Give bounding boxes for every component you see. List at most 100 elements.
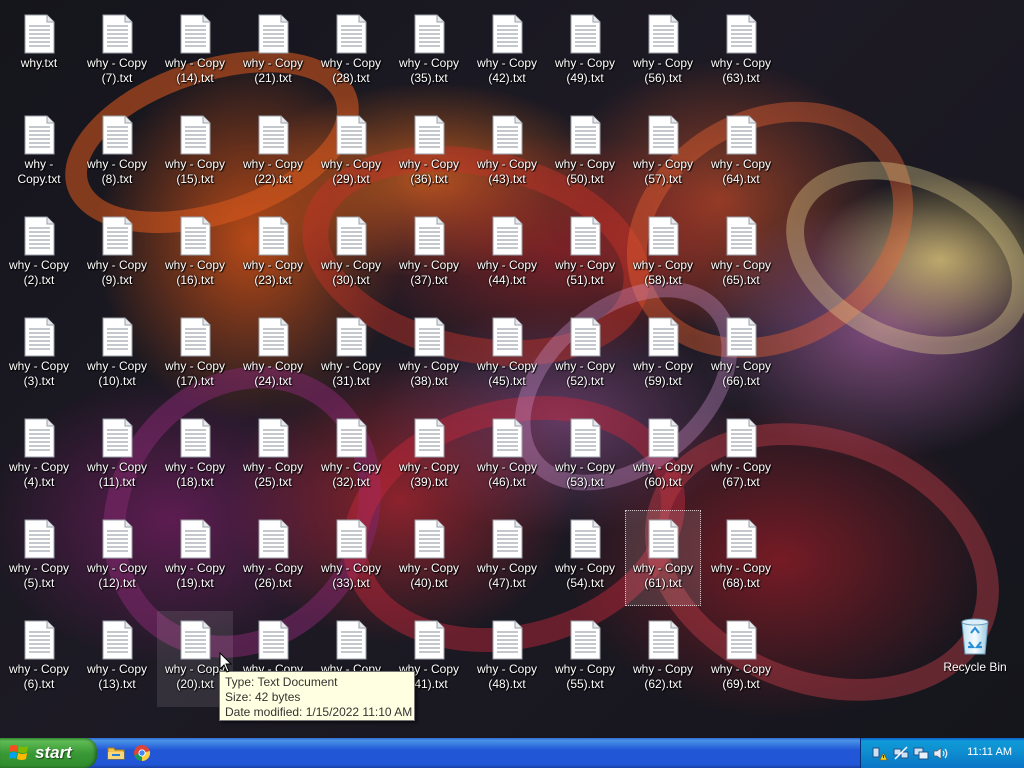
desktop-file-icon[interactable]: why - Copy (53).txt: [547, 409, 623, 505]
desktop-file-icon[interactable]: why - Copy (54).txt: [547, 510, 623, 606]
desktop-file-icon[interactable]: why - Copy (32).txt: [313, 409, 389, 505]
file-name-label: why - Copy (12).txt: [86, 561, 148, 590]
desktop-file-icon[interactable]: why - Copy (57).txt: [625, 106, 701, 202]
desktop-file-icon[interactable]: why - Copy (66).txt: [703, 308, 779, 404]
file-name-label: why - Copy (56).txt: [632, 56, 694, 85]
desktop-file-icon[interactable]: why - Copy (25).txt: [235, 409, 311, 505]
file-name-label: why - Copy (14).txt: [164, 56, 226, 85]
desktop-file-icon[interactable]: why - Copy (22).txt: [235, 106, 311, 202]
desktop-file-icon[interactable]: why - Copy (39).txt: [391, 409, 467, 505]
desktop-file-icon[interactable]: why - Copy (29).txt: [313, 106, 389, 202]
file-name-label: why - Copy (65).txt: [710, 258, 772, 287]
desktop-file-icon[interactable]: why - Copy (56).txt: [625, 5, 701, 101]
desktop-file-icon[interactable]: why - Copy (55).txt: [547, 611, 623, 707]
text-document-icon: [101, 519, 133, 559]
desktop-file-icon[interactable]: why - Copy (21).txt: [235, 5, 311, 101]
desktop-file-icon[interactable]: why - Copy (19).txt: [157, 510, 233, 606]
desktop-file-icon[interactable]: why - Copy (38).txt: [391, 308, 467, 404]
desktop-file-icon[interactable]: why - Copy (35).txt: [391, 5, 467, 101]
folder-icon[interactable]: [107, 744, 125, 762]
desktop-file-icon[interactable]: why - Copy (43).txt: [469, 106, 545, 202]
desktop-file-icon[interactable]: why - Copy (4).txt: [1, 409, 77, 505]
file-name-label: why - Copy (45).txt: [476, 359, 538, 388]
file-name-label: why - Copy (69).txt: [710, 662, 772, 691]
desktop-file-icon[interactable]: why - Copy (31).txt: [313, 308, 389, 404]
text-document-icon: [569, 115, 601, 155]
desktop-file-icon[interactable]: why - Copy (62).txt: [625, 611, 701, 707]
desktop-file-icon[interactable]: why - Copy (65).txt: [703, 207, 779, 303]
file-name-label: why - Copy (37).txt: [398, 258, 460, 287]
desktop-file-icon[interactable]: why - Copy (63).txt: [703, 5, 779, 101]
desktop-file-icon[interactable]: why - Copy (59).txt: [625, 308, 701, 404]
desktop-file-icon[interactable]: why - Copy (44).txt: [469, 207, 545, 303]
text-document-icon: [413, 216, 445, 256]
desktop-file-icon[interactable]: why - Copy (11).txt: [79, 409, 155, 505]
file-name-label: why - Copy (5).txt: [8, 561, 70, 590]
network-warning-icon[interactable]: [871, 746, 887, 761]
desktop-file-icon[interactable]: why - Copy (48).txt: [469, 611, 545, 707]
text-document-icon: [725, 115, 757, 155]
text-document-icon: [725, 519, 757, 559]
desktop-file-icon[interactable]: why - Copy (64).txt: [703, 106, 779, 202]
desktop-file-icon[interactable]: why - Copy (9).txt: [79, 207, 155, 303]
desktop-file-icon[interactable]: why - Copy (2).txt: [1, 207, 77, 303]
desktop-file-icon[interactable]: why.txt: [1, 5, 77, 101]
desktop-file-icon[interactable]: why - Copy (58).txt: [625, 207, 701, 303]
desktop-file-icon[interactable]: why - Copy (12).txt: [79, 510, 155, 606]
desktop-file-icon[interactable]: why - Copy (26).txt: [235, 510, 311, 606]
desktop-file-icon[interactable]: why - Copy (24).txt: [235, 308, 311, 404]
desktop-file-icon[interactable]: why - Copy (68).txt: [703, 510, 779, 606]
desktop-file-icon[interactable]: why - Copy (3).txt: [1, 308, 77, 404]
desktop-file-icon[interactable]: why - Copy (69).txt: [703, 611, 779, 707]
desktop-file-icon[interactable]: why - Copy (10).txt: [79, 308, 155, 404]
desktop-file-icon[interactable]: why - Copy (6).txt: [1, 611, 77, 707]
desktop-file-icon[interactable]: why - Copy (46).txt: [469, 409, 545, 505]
desktop-file-icon[interactable]: why - Copy (18).txt: [157, 409, 233, 505]
desktop-file-icon[interactable]: why - Copy (28).txt: [313, 5, 389, 101]
desktop-file-icon[interactable]: why - Copy (60).txt: [625, 409, 701, 505]
desktop-file-icon[interactable]: why - Copy (61).txt: [625, 510, 701, 606]
desktop-file-icon[interactable]: why - Copy (50).txt: [547, 106, 623, 202]
desktop-file-icon[interactable]: why - Copy (23).txt: [235, 207, 311, 303]
desktop-file-icon[interactable]: why - Copy (7).txt: [79, 5, 155, 101]
system-tray: 11:11 AM: [860, 738, 1024, 768]
desktop-file-icon[interactable]: why - Copy (42).txt: [469, 5, 545, 101]
desktop-file-icon[interactable]: why - Copy (13).txt: [79, 611, 155, 707]
desktop-file-icon[interactable]: why - Copy (49).txt: [547, 5, 623, 101]
desktop-file-icon[interactable]: why - Copy (45).txt: [469, 308, 545, 404]
chrome-icon[interactable]: [133, 744, 151, 762]
desktop-file-icon[interactable]: why - Copy (30).txt: [313, 207, 389, 303]
file-name-label: why - Copy (24).txt: [242, 359, 304, 388]
desktop-file-icon[interactable]: why - Copy (33).txt: [313, 510, 389, 606]
file-name-label: why - Copy (7).txt: [86, 56, 148, 85]
clock[interactable]: 11:11 AM: [967, 746, 1012, 758]
text-document-icon: [179, 216, 211, 256]
file-name-label: why - Copy (15).txt: [164, 157, 226, 186]
desktop-file-icon[interactable]: why - Copy (14).txt: [157, 5, 233, 101]
desktop-file-icon[interactable]: why - Copy (5).txt: [1, 510, 77, 606]
file-name-label: why - Copy (13).txt: [86, 662, 148, 691]
network-icon[interactable]: [913, 746, 929, 761]
desktop-file-icon[interactable]: why - Copy (40).txt: [391, 510, 467, 606]
desktop-file-icon[interactable]: why - Copy (8).txt: [79, 106, 155, 202]
file-name-label: why - Copy (59).txt: [632, 359, 694, 388]
desktop[interactable]: why.txt why - Copy.txt why - Copy (2).txt w…: [0, 0, 1024, 738]
desktop-file-icon[interactable]: why - Copy (17).txt: [157, 308, 233, 404]
desktop-file-icon[interactable]: why - Copy (47).txt: [469, 510, 545, 606]
desktop-file-icon[interactable]: why - Copy (16).txt: [157, 207, 233, 303]
desktop-file-icon[interactable]: why - Copy (15).txt: [157, 106, 233, 202]
desktop-file-icon[interactable]: why - Copy (36).txt: [391, 106, 467, 202]
file-name-label: why - Copy.txt: [17, 157, 61, 186]
start-button[interactable]: start: [0, 738, 97, 768]
text-document-icon: [257, 14, 289, 54]
file-name-label: why - Copy (30).txt: [320, 258, 382, 287]
network-disabled-icon[interactable]: [893, 746, 909, 761]
desktop-file-icon[interactable]: why - Copy (52).txt: [547, 308, 623, 404]
desktop-file-icon[interactable]: why - Copy (37).txt: [391, 207, 467, 303]
file-name-label: why - Copy (63).txt: [710, 56, 772, 85]
recycle-bin[interactable]: Recycle Bin: [937, 612, 1013, 682]
desktop-file-icon[interactable]: why - Copy (51).txt: [547, 207, 623, 303]
desktop-file-icon[interactable]: why - Copy.txt: [1, 106, 77, 202]
volume-icon[interactable]: [933, 746, 949, 761]
desktop-file-icon[interactable]: why - Copy (67).txt: [703, 409, 779, 505]
